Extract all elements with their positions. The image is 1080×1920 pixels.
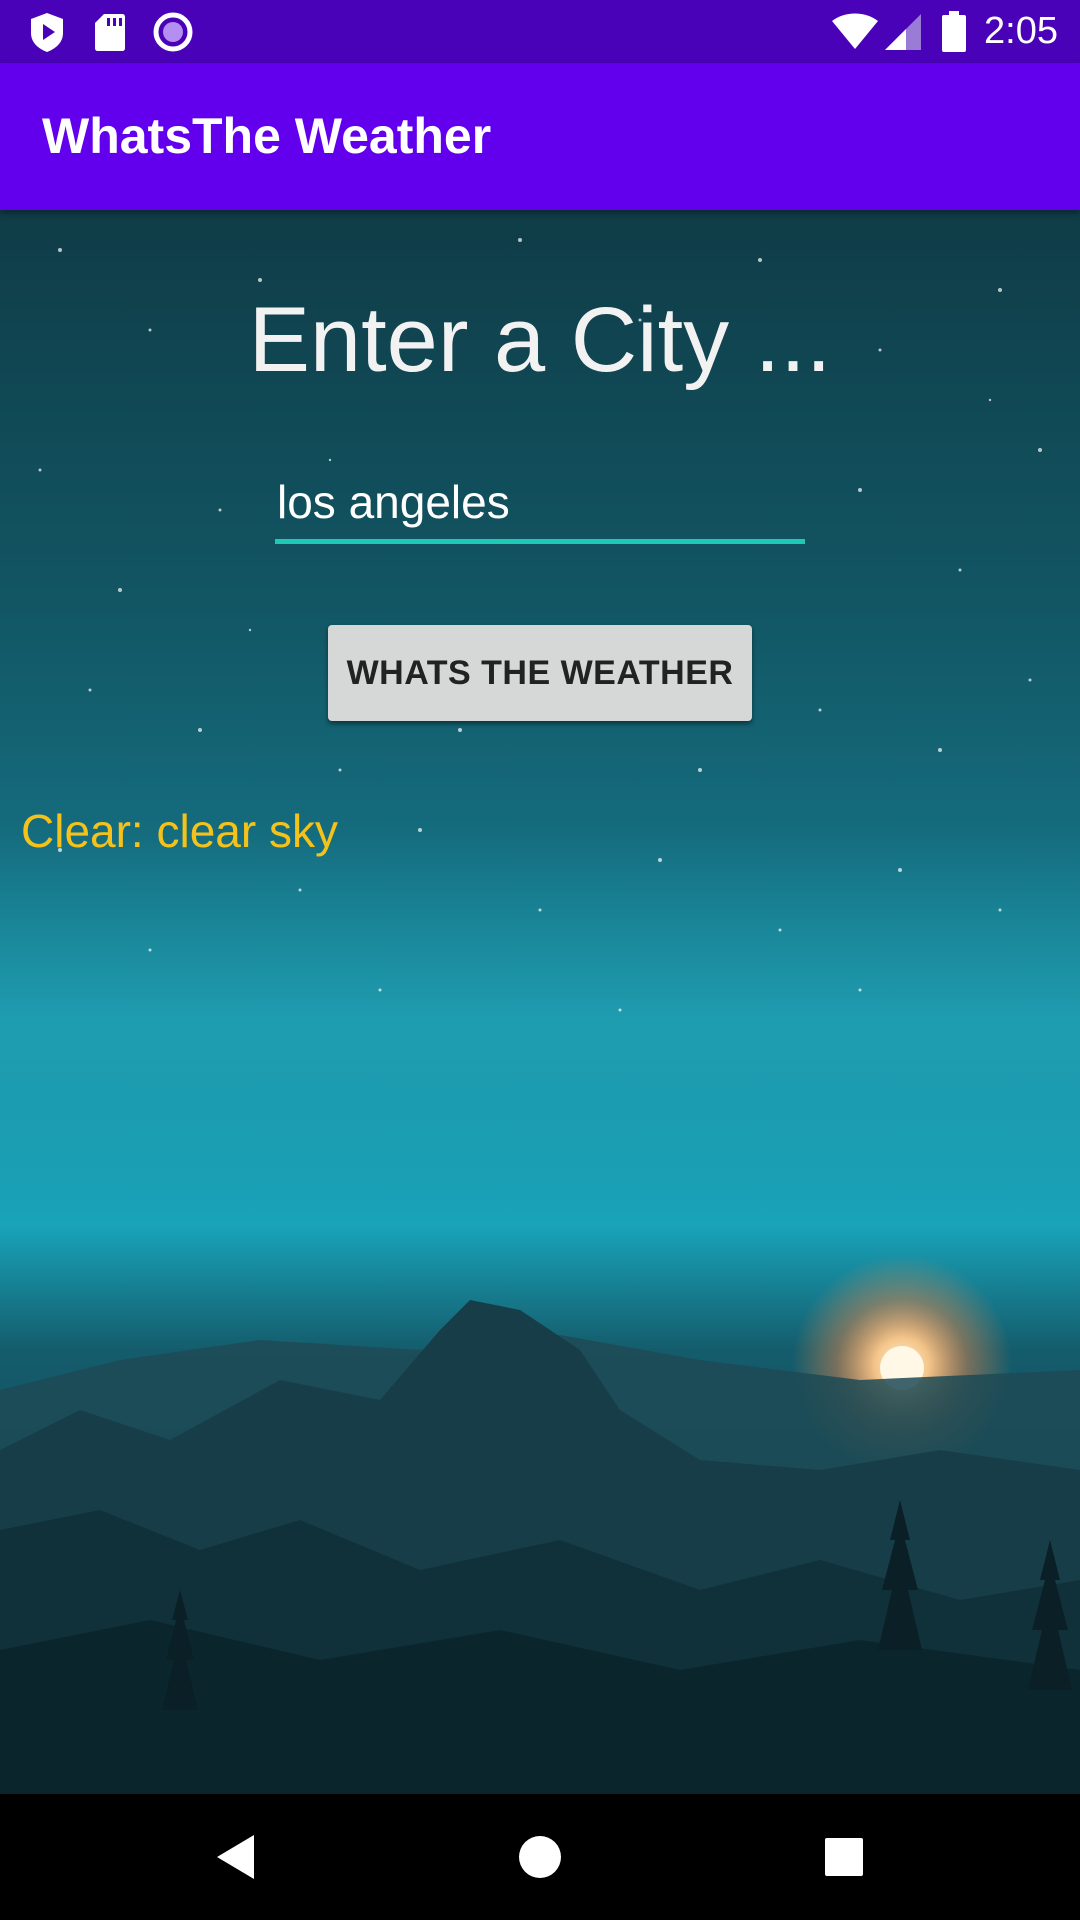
back-icon[interactable]	[196, 1817, 276, 1897]
main-content: Enter a City ... WHATS THE WEATHER Clear…	[0, 210, 1080, 1794]
status-bar: 2:05	[0, 0, 1080, 63]
whats-the-weather-button[interactable]: WHATS THE WEATHER	[328, 625, 752, 721]
city-input[interactable]	[275, 468, 805, 544]
recents-icon[interactable]	[804, 1817, 884, 1897]
circle-record-icon	[152, 0, 194, 63]
battery-icon	[938, 0, 970, 63]
night-mountain-background	[0, 238, 1080, 1794]
play-shield-icon	[27, 0, 67, 63]
app-bar: WhatsThe Weather	[0, 63, 1080, 210]
home-icon[interactable]	[500, 1817, 580, 1897]
navigation-bar	[0, 1794, 1080, 1920]
sd-card-icon	[92, 0, 128, 63]
enter-city-heading: Enter a City ...	[248, 289, 832, 391]
app-title: WhatsThe Weather	[42, 108, 492, 164]
weather-result-text: Clear: clear sky	[21, 805, 338, 857]
signal-icon	[883, 0, 923, 63]
wifi-icon	[830, 0, 880, 63]
clock-time: 2:05	[984, 10, 1058, 52]
